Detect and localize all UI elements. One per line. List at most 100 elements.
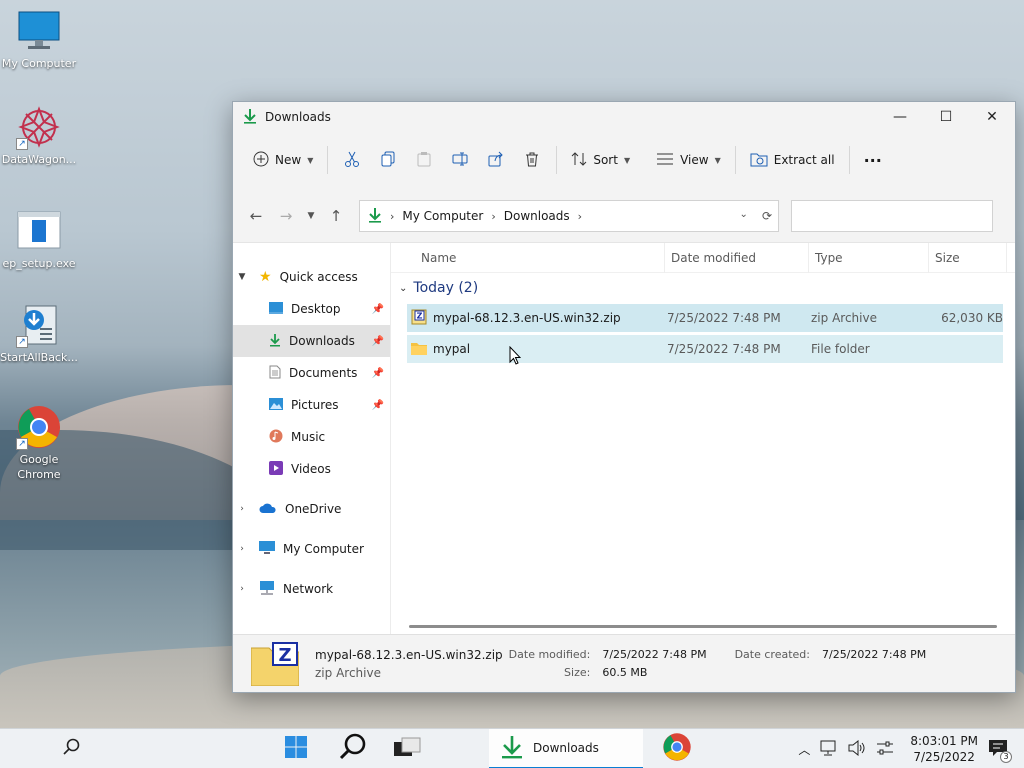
address-bar[interactable]: › My Computer › Downloads › ⌄ ⟳	[359, 200, 779, 232]
zip-file-icon: Z	[250, 641, 300, 686]
desktop-icon-my-computer[interactable]: My Computer	[0, 8, 78, 71]
mouse-cursor-icon	[509, 345, 522, 366]
more-options-button[interactable]: ···	[856, 144, 890, 176]
chevron-right-icon[interactable]: ›	[233, 584, 251, 594]
task-view-button[interactable]	[390, 729, 424, 768]
details-date-modified: 7/25/2022 7:48 PM	[602, 647, 707, 661]
column-header-name[interactable]: Name	[391, 242, 665, 273]
desktop-icon-ep-setup[interactable]: ep_setup.exe	[0, 208, 78, 271]
refresh-icon[interactable]: ⟳	[762, 209, 772, 223]
file-size: 62,030 KB	[941, 311, 1003, 325]
paste-button[interactable]	[406, 144, 442, 176]
clock[interactable]: 8:03:01 PM 7/25/2022	[910, 733, 978, 765]
chevron-down-icon: ▼	[307, 211, 315, 221]
nav-onedrive[interactable]: › OneDrive	[233, 493, 390, 525]
nav-quick-access[interactable]: ▼ ★ Quick access	[233, 261, 390, 293]
network-status-icon[interactable]	[820, 740, 838, 759]
scissors-icon	[344, 151, 360, 170]
desktop-icon-label: ep_setup.exe	[2, 257, 76, 270]
shortcut-arrow-icon: ↗	[16, 138, 28, 150]
download-icon	[269, 333, 281, 350]
start-button[interactable]	[280, 729, 312, 768]
nav-item-desktop[interactable]: Desktop 📌	[233, 293, 390, 325]
command-bar: New ▼ Sort ▼ View ▼ Extract all ···	[233, 132, 1015, 188]
nav-item-pictures[interactable]: Pictures 📌	[233, 389, 390, 421]
star-icon: ★	[259, 269, 272, 285]
chevron-down-icon[interactable]: ▼	[233, 272, 251, 282]
forward-button[interactable]: →	[271, 201, 301, 231]
installer-icon	[16, 208, 62, 254]
toolbar-divider	[734, 146, 736, 174]
new-button[interactable]: New ▼	[245, 144, 321, 176]
delete-button[interactable]	[514, 144, 550, 176]
column-header-type[interactable]: Type	[809, 242, 929, 273]
breadcrumb-downloads[interactable]: Downloads	[504, 209, 570, 223]
notification-center-button[interactable]: 3	[988, 739, 1012, 763]
column-header-size[interactable]: Size	[929, 242, 1007, 273]
details-label: Size:	[564, 665, 591, 679]
address-row: ← → ▼ ↑ › My Computer › Downloads › ⌄ ⟳	[233, 188, 1015, 244]
taskbar-app-chrome[interactable]	[660, 729, 694, 768]
nav-label: Downloads	[289, 334, 355, 348]
pictures-icon	[269, 397, 283, 413]
taskbar-search-app[interactable]	[336, 729, 370, 768]
new-button-label: New	[275, 153, 302, 167]
table-row[interactable]: mypal 7/25/2022 7:48 PM File folder	[407, 335, 1003, 363]
details-pane: Z mypal-68.12.3.en-US.win32.zip zip Arch…	[233, 634, 1015, 692]
desktop-icon-datawagon[interactable]: ↗ DataWagon...	[0, 104, 78, 167]
recent-locations-button[interactable]: ▼	[301, 201, 321, 231]
nav-network[interactable]: › Network	[233, 573, 390, 605]
svg-text:Z: Z	[417, 311, 423, 320]
search-icon	[339, 733, 367, 764]
chrome-icon	[662, 732, 692, 765]
maximize-button[interactable]: ☐	[923, 102, 969, 132]
volume-icon[interactable]	[848, 739, 866, 759]
column-header-date-modified[interactable]: Date modified	[665, 242, 809, 273]
share-button[interactable]	[478, 144, 514, 176]
details-file-name: mypal-68.12.3.en-US.win32.zip	[315, 647, 503, 662]
more-icon: ···	[863, 150, 882, 170]
chevron-right-icon[interactable]: ›	[233, 504, 251, 514]
back-button[interactable]: ←	[241, 201, 271, 231]
desktop-icon-startallback[interactable]: ↗ StartAllBack...	[0, 302, 78, 365]
download-icon	[243, 108, 257, 127]
file-date: 7/25/2022 7:48 PM	[667, 342, 781, 356]
breadcrumb-separator: ›	[491, 209, 496, 223]
settings-sliders-icon[interactable]	[876, 740, 894, 759]
desktop-icon-google-chrome[interactable]: ↗ Google Chrome	[0, 404, 78, 482]
table-row[interactable]: Z mypal-68.12.3.en-US.win32.zip 7/25/202…	[407, 304, 1003, 332]
cut-button[interactable]	[334, 144, 370, 176]
file-type: zip Archive	[811, 311, 877, 325]
rename-button[interactable]	[442, 144, 478, 176]
nav-item-downloads[interactable]: Downloads 📌	[233, 325, 390, 357]
nav-item-videos[interactable]: Videos	[233, 453, 390, 485]
taskbar-app-downloads[interactable]: Downloads	[489, 729, 643, 768]
folder-icon	[411, 341, 427, 358]
details-date-created: 7/25/2022 7:48 PM	[821, 647, 927, 661]
view-button[interactable]: View ▼	[648, 144, 729, 176]
explorer-body: ▼ ★ Quick access Desktop 📌 Downloads 📌 D…	[233, 242, 1015, 634]
nav-my-computer[interactable]: › My Computer	[233, 533, 390, 565]
sort-button[interactable]: Sort ▼	[563, 144, 638, 176]
up-button[interactable]: ↑	[321, 201, 351, 231]
column-label: Name	[421, 250, 457, 265]
group-header-today[interactable]: ⌄ Today (2)	[391, 273, 1015, 303]
copy-button[interactable]	[370, 144, 406, 176]
list-view-icon	[656, 152, 674, 169]
extract-all-button[interactable]: Extract all	[742, 144, 843, 176]
show-hidden-icons-button[interactable]: ︿	[798, 741, 810, 758]
nav-item-documents[interactable]: Documents 📌	[233, 357, 390, 389]
search-input[interactable]	[791, 200, 993, 232]
chevron-right-icon[interactable]: ›	[233, 544, 251, 554]
breadcrumb-my-computer[interactable]: My Computer	[402, 209, 483, 223]
minimize-button[interactable]: —	[877, 102, 923, 132]
nav-label: Quick access	[279, 270, 358, 284]
nav-item-music[interactable]: Music	[233, 421, 390, 453]
zip-file-icon: Z	[411, 309, 427, 328]
title-bar[interactable]: Downloads — ☐ ✕	[233, 102, 1015, 132]
close-button[interactable]: ✕	[969, 102, 1015, 132]
taskbar-search-button[interactable]	[56, 729, 88, 768]
download-icon	[368, 207, 382, 226]
address-dropdown-icon[interactable]: ⌄	[730, 209, 758, 223]
horizontal-scrollbar[interactable]	[409, 625, 997, 628]
